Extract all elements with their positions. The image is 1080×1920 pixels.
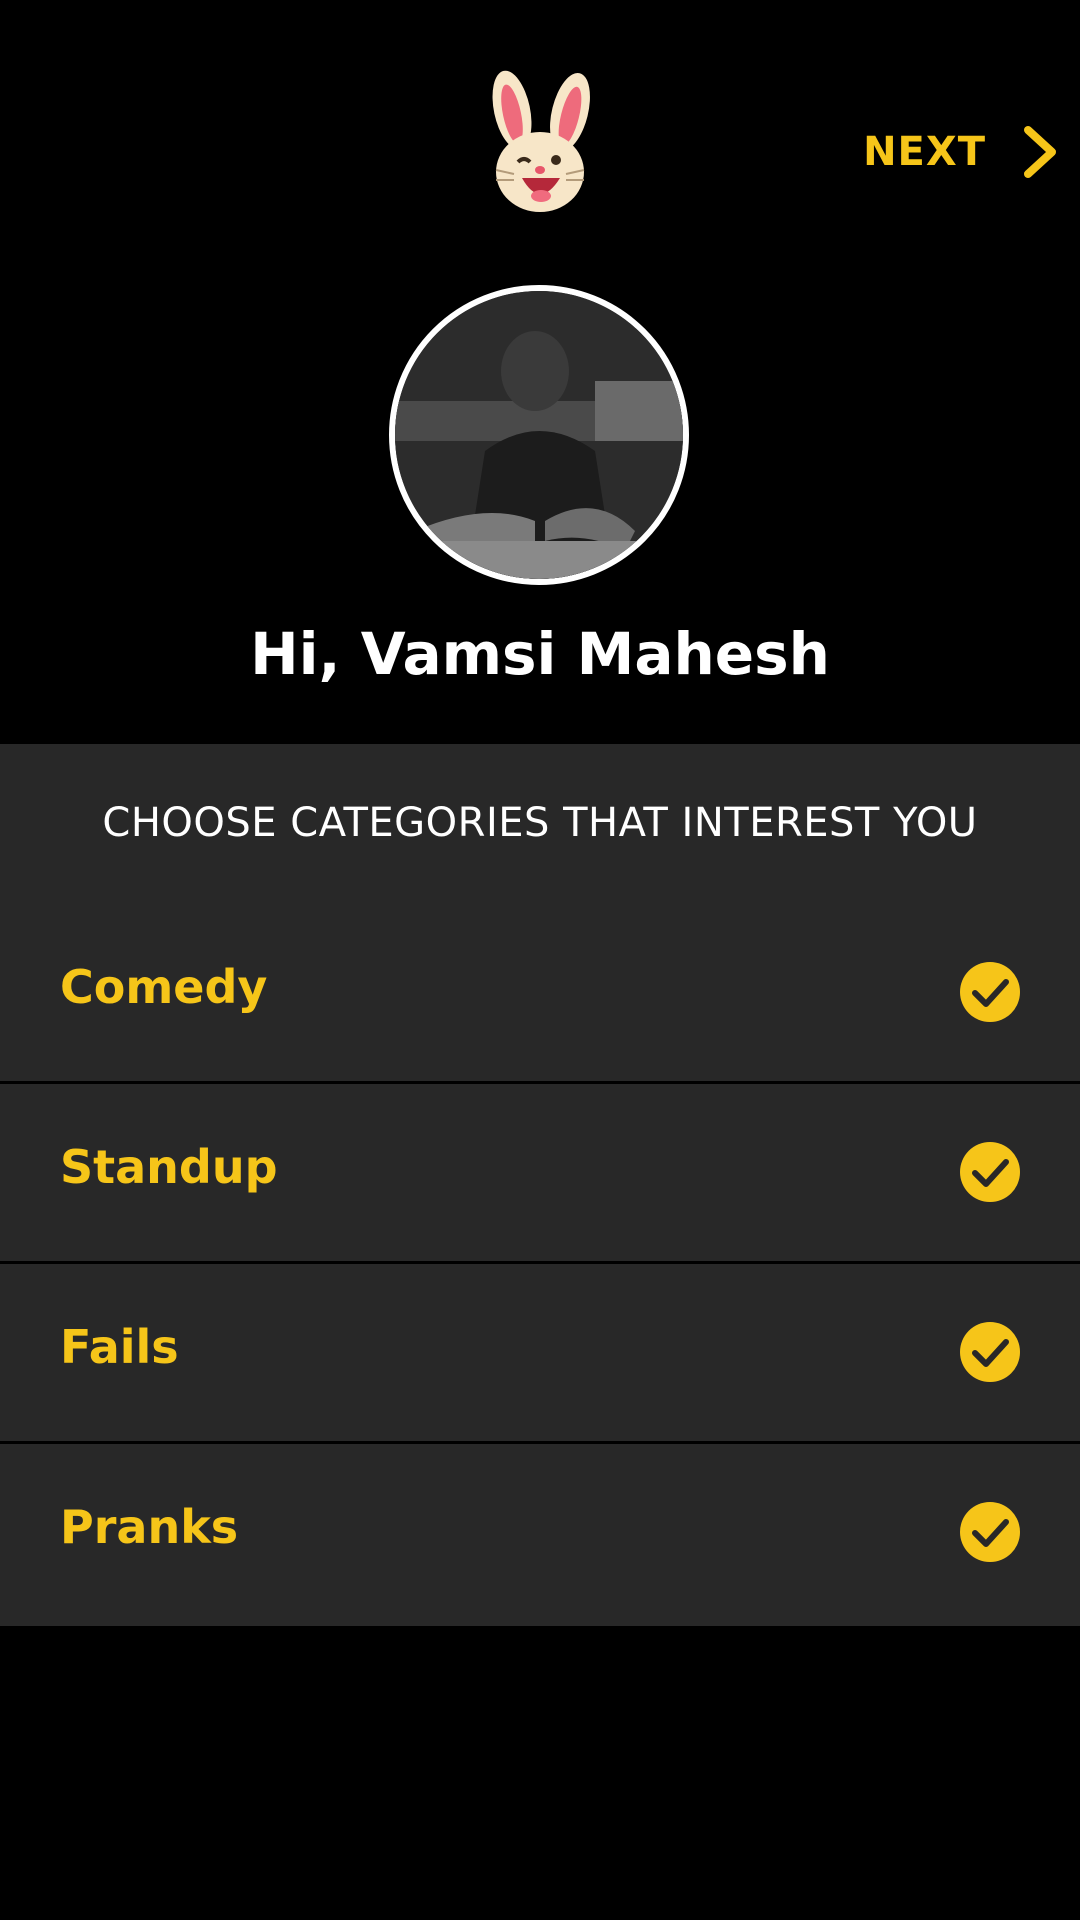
check-circle-icon[interactable] <box>960 962 1020 1022</box>
check-circle-icon[interactable] <box>960 1142 1020 1202</box>
top-bar: NEXT <box>0 0 1080 230</box>
category-item-standup[interactable]: Standup <box>0 1084 1080 1264</box>
chevron-right-icon <box>1024 126 1056 178</box>
check-circle-icon[interactable] <box>960 1322 1020 1382</box>
category-selection-screen: NEXT Hi, Vamsi Mahesh CHOOSE CATEGORIES … <box>0 0 1080 1920</box>
category-label: Comedy <box>60 960 268 1014</box>
bunny-mascot-icon <box>492 70 590 212</box>
category-list: Comedy Standup Fails Pranks <box>0 904 1080 1624</box>
category-item-fails[interactable]: Fails <box>0 1264 1080 1444</box>
next-label: NEXT <box>863 129 986 175</box>
category-label: Pranks <box>60 1500 239 1554</box>
check-circle-icon[interactable] <box>960 1502 1020 1562</box>
avatar-photo <box>395 291 683 579</box>
user-avatar <box>389 285 689 585</box>
greeting-text: Hi, Vamsi Mahesh <box>250 620 830 688</box>
category-label: Standup <box>60 1140 278 1194</box>
next-button[interactable]: NEXT <box>863 112 1060 192</box>
category-label: Fails <box>60 1320 179 1374</box>
category-item-pranks[interactable]: Pranks <box>0 1444 1080 1624</box>
categories-title: CHOOSE CATEGORIES THAT INTEREST YOU <box>102 800 978 846</box>
categories-panel: CHOOSE CATEGORIES THAT INTEREST YOU Come… <box>0 744 1080 1626</box>
category-item-comedy[interactable]: Comedy <box>0 904 1080 1084</box>
